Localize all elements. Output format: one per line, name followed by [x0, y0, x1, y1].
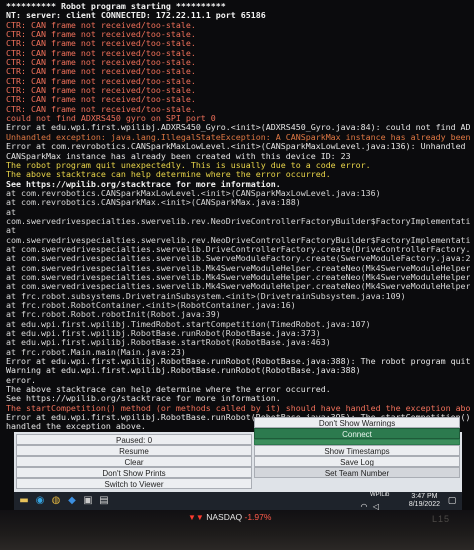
clear-button[interactable]: Clear: [16, 456, 252, 467]
clock-time: 3:47 PM: [411, 493, 438, 500]
down-arrow-icon: ▼▼: [188, 513, 204, 522]
chrome-icon[interactable]: ◍: [50, 495, 62, 507]
console-line: CTR: CAN frame not received/too-stale.: [6, 95, 196, 105]
save-log-button[interactable]: Save Log: [254, 456, 460, 467]
set-team-number-button[interactable]: Set Team Number: [254, 467, 460, 478]
console-line: CTR: CAN frame not received/too-stale.: [6, 86, 196, 96]
console-line: at frc.robot.Main.main(Main.java:23): [6, 347, 186, 357]
console-line: CTR: CAN frame not received/too-stale.: [6, 104, 196, 114]
monitor-model-label: L15: [431, 514, 450, 524]
console-line: ********** Robot program starting ******…: [6, 2, 226, 11]
edge-browser-icon[interactable]: ◉: [34, 495, 46, 507]
console-line: at com.swervedrivespecialties.swervelib.…: [6, 272, 470, 282]
resume-button[interactable]: Resume: [16, 445, 252, 456]
taskbar-clock[interactable]: 3:47 PM 8/19/2022: [409, 493, 440, 509]
network-icon[interactable]: ◠: [358, 501, 370, 510]
switch-to-viewer-button[interactable]: Switch to Viewer: [16, 478, 252, 489]
show-timestamps-button[interactable]: Show Timestamps: [254, 445, 460, 456]
console-line: CTR: CAN frame not received/too-stale.: [6, 20, 196, 30]
console-line: Warning at edu.wpi.first.wpilibj.RobotBa…: [6, 366, 361, 376]
console-line: at: [6, 226, 16, 236]
console-line: The robot program quit unexpectedly. Thi…: [6, 160, 371, 170]
console-line: See https://wpilib.org/stacktrace for mo…: [6, 394, 281, 404]
console-line: CTR: CAN frame not received/too-stale.: [6, 39, 196, 49]
console-line: The above stacktrace can help determine …: [6, 170, 331, 180]
notification-icon[interactable]: ▢: [446, 495, 458, 507]
console-line: CTR: CAN frame not received/too-stale.: [6, 67, 196, 77]
console-line: CTR: CAN frame not received/too-stale.: [6, 48, 196, 58]
terminal-icon[interactable]: ▣: [82, 495, 94, 507]
console-line: at frc.robot.subsystems.DrivetrainSubsys…: [6, 291, 406, 301]
folder-icon[interactable]: ▬: [18, 495, 30, 507]
console-line: CTR: CAN frame not received/too-stale.: [6, 58, 196, 68]
console-line: at edu.wpi.first.wpilibj.RobotBase.runRo…: [6, 329, 321, 339]
console-line: The startCompetition() method (or method…: [6, 403, 470, 413]
dont-show-warnings-button[interactable]: Don't Show Warnings: [254, 417, 460, 428]
console-line: at edu.wpi.first.wpilibj.TimedRobot.star…: [6, 319, 371, 329]
console-line: The above stacktrace can help determine …: [6, 385, 331, 395]
windows-taskbar: ▬ ◉ ◍ ◆ ▣ ▤ WPILib ◠ ◁ 3:47 PM 8/19/2022…: [14, 492, 462, 510]
console-line: at com.swervedrivespecialties.swervelib.…: [6, 254, 470, 264]
console-line: at com.swervedrivespecialties.swervelib.…: [6, 244, 470, 254]
console-line: CANSparkMax instance has already been cr…: [6, 151, 351, 161]
console-line: error.: [6, 375, 36, 385]
riolog-control-panel: Paused: 0 Resume Clear Don't Show Prints…: [14, 417, 462, 492]
driver-station-icon[interactable]: ▤: [98, 495, 110, 507]
console-line: com.swervedrivespecialties.swervelib.rev…: [6, 235, 470, 245]
console-line: at frc.robot.RobotContainer.<init>(Robot…: [6, 301, 296, 310]
console-line: at com.swervedrivespecialties.swervelib.…: [6, 263, 470, 273]
console-line: com.swervedrivespecialties.swervelib.rev…: [6, 216, 470, 226]
riolog-console-output[interactable]: ********** Robot program starting ******…: [6, 2, 470, 430]
console-line: Error at edu.wpi.first.wpilibj.ADXRS450_…: [6, 123, 470, 133]
ticker-change: -1.97%: [244, 512, 272, 522]
console-line: at com.revrobotics.CANSparkMaxLowLevel.<…: [6, 188, 381, 198]
dont-show-prints-button[interactable]: Don't Show Prints: [16, 467, 252, 478]
connect-button[interactable]: Connect: [254, 428, 460, 439]
stock-ticker[interactable]: ▼▼ NASDAQ -1.97%: [188, 511, 271, 523]
wpilib-tray-label[interactable]: WPILib: [370, 492, 389, 498]
monitor-screen: ********** Robot program starting ******…: [0, 0, 474, 510]
console-line: CTR: CAN frame not received/too-stale.: [6, 76, 196, 86]
volume-icon[interactable]: ◁: [370, 501, 382, 510]
console-line: Error at com.revrobotics.CANSparkMaxLowL…: [6, 142, 470, 152]
console-line: could not find ADXRS450 gyro on SPI port…: [6, 114, 216, 124]
clock-date: 8/19/2022: [408, 501, 440, 508]
console-line: Error at edu.wpi.first.wpilibj.RobotBase…: [6, 357, 470, 367]
ticker-symbol: NASDAQ: [206, 512, 243, 522]
console-line: at com.swervedrivespecialties.swervelib.…: [6, 282, 470, 292]
console-line: NT: server: client CONNECTED: 172.22.11.…: [6, 11, 266, 21]
console-line: at com.revrobotics.CANSparkMax.<init>(CA…: [6, 198, 301, 208]
console-line: at frc.robot.Robot.robotInit(Robot.java:…: [6, 310, 221, 320]
console-line: CTR: CAN frame not received/too-stale.: [6, 30, 196, 40]
console-line: Unhandled exception: java.lang.IllegalSt…: [6, 132, 470, 142]
paused-button[interactable]: Paused: 0: [16, 434, 252, 445]
vscode-icon[interactable]: ◆: [66, 495, 78, 507]
console-line: See https://wpilib.org/stacktrace for mo…: [6, 179, 281, 189]
console-line: at: [6, 207, 16, 217]
console-line: at edu.wpi.first.wpilibj.RobotBase.start…: [6, 338, 331, 348]
